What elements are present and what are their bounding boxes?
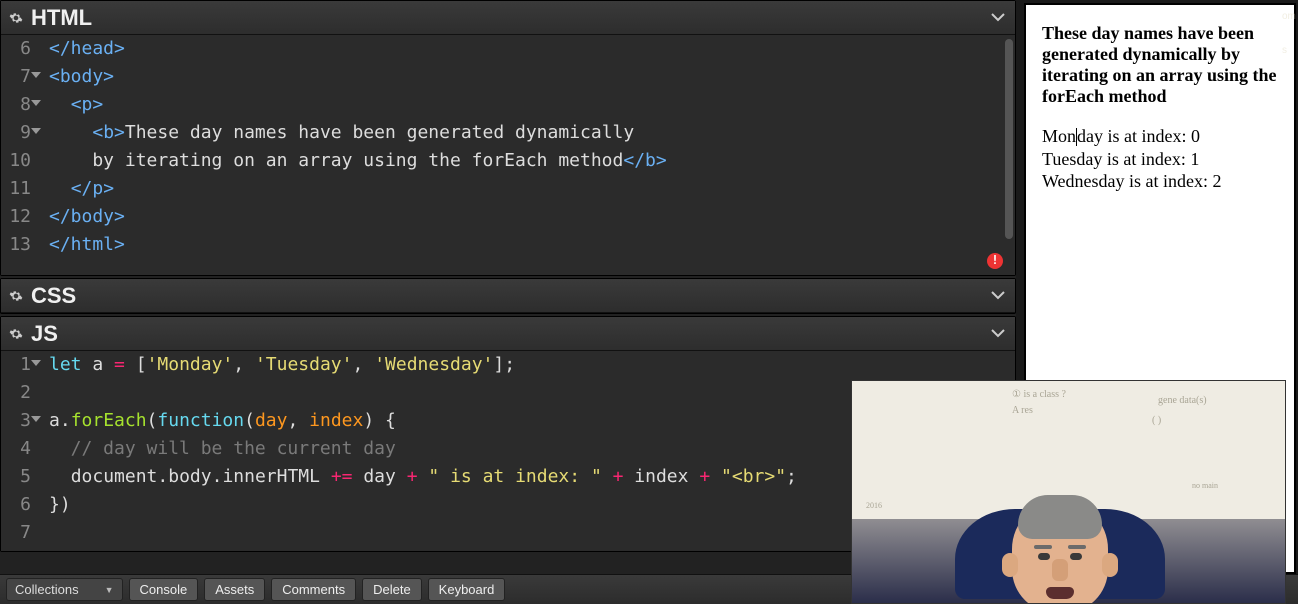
preview-heading: These day names have been generated dyna… [1042,23,1278,107]
css-panel-title: CSS [31,283,76,309]
preview-line: Tuesday is at index: 1 [1042,148,1278,170]
triangle-down-icon: ▼ [105,585,114,595]
webcam-overlay: ① is a class ? A res gene data(s) ( ) 20… [851,380,1286,604]
person-icon [955,509,1165,604]
html-panel-title: HTML [31,5,92,31]
preview-line: Monday is at index: 0 [1042,125,1278,148]
css-panel: CSS [0,278,1016,314]
error-badge-icon[interactable]: ! [987,253,1003,269]
gear-icon[interactable] [7,325,25,343]
console-button[interactable]: Console [129,578,199,601]
js-panel-header: JS [1,317,1015,351]
html-panel: HTML 6 7 8 9 10 11 12 13 </head> <body> [0,0,1016,276]
keyboard-button[interactable]: Keyboard [428,578,506,601]
gear-icon[interactable] [7,9,25,27]
html-panel-header: HTML [1,1,1015,35]
js-gutter: 1 2 3 4 5 6 7 [1,351,37,551]
css-panel-header: CSS [1,279,1015,313]
assets-button[interactable]: Assets [204,578,265,601]
chevron-down-icon[interactable] [987,287,1009,305]
html-editor[interactable]: 6 7 8 9 10 11 12 13 </head> <body> <p> <… [1,35,1015,275]
html-code[interactable]: </head> <body> <p> <b>These day names ha… [37,35,1015,275]
collections-select[interactable]: Collections ▼ [6,578,123,601]
chevron-down-icon[interactable] [987,9,1009,27]
scrollbar[interactable] [1005,39,1013,239]
preview-output: Monday is at index: 0 Tuesday is at inde… [1042,125,1278,192]
preview-line: Wednesday is at index: 2 [1042,170,1278,192]
js-panel-title: JS [31,321,58,347]
gear-icon[interactable] [7,287,25,305]
chevron-down-icon[interactable] [987,325,1009,343]
comments-button[interactable]: Comments [271,578,356,601]
collections-label: Collections [15,582,79,597]
html-gutter: 6 7 8 9 10 11 12 13 [1,35,37,275]
delete-button[interactable]: Delete [362,578,422,601]
